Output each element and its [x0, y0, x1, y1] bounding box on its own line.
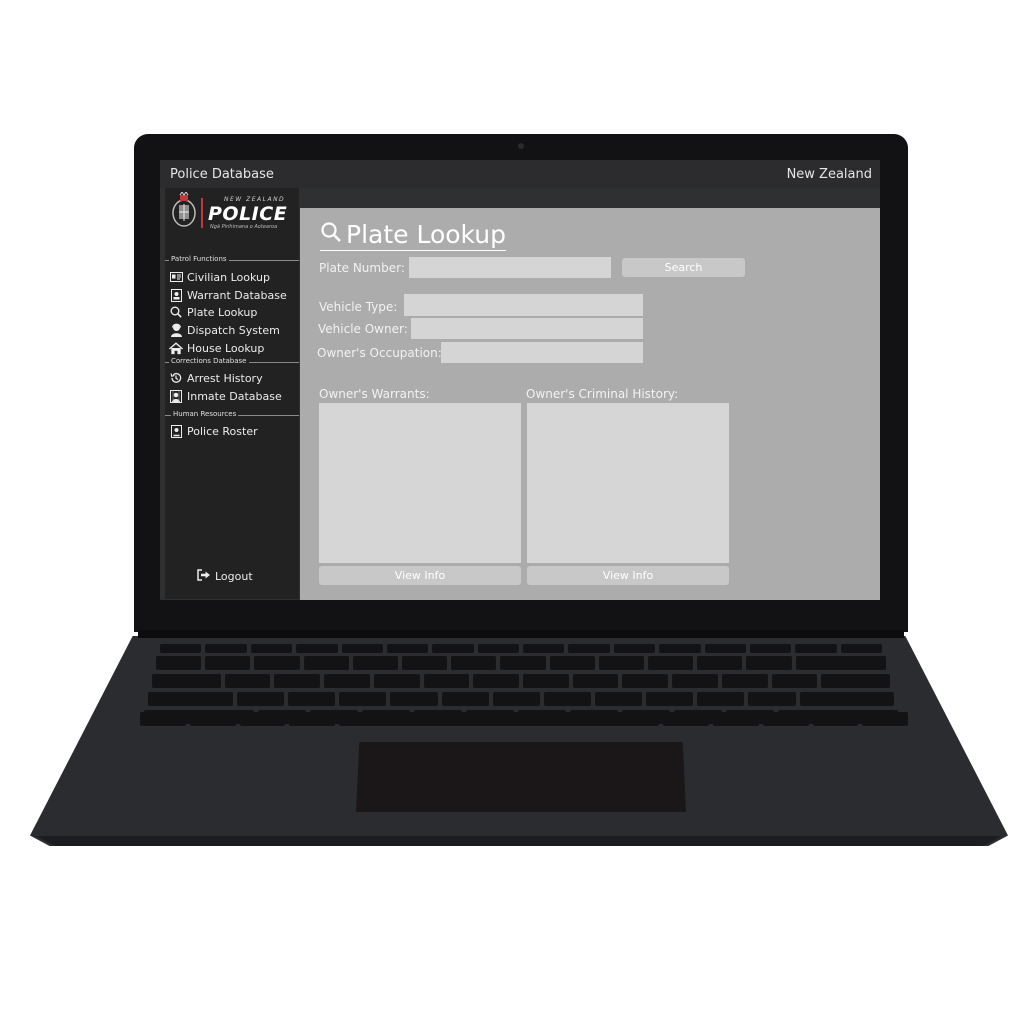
house-icon — [169, 341, 183, 355]
vehicle-owner-field — [411, 318, 643, 339]
logo-top-line: NEW ZEALAND — [224, 196, 286, 203]
section-label: Human Resources — [171, 410, 239, 418]
laptop-hinge — [138, 630, 904, 638]
sidebar-item-label: Plate Lookup — [187, 305, 258, 319]
section-human-resources: Human Resources — [165, 410, 299, 420]
history-view-info-button[interactable]: View Info — [527, 566, 729, 585]
sidebar-item-inmate-database[interactable]: Inmate Database — [169, 388, 282, 404]
section-label: Patrol Functions — [169, 255, 229, 263]
inmate-icon — [169, 389, 183, 403]
warrant-doc-icon — [169, 288, 183, 302]
section-corrections-database: Corrections Database — [165, 357, 299, 367]
title-bar: Police Database New Zealand — [160, 160, 880, 188]
police-crest-icon — [172, 192, 196, 227]
sidebar-item-arrest-history[interactable]: Arrest History — [169, 370, 263, 386]
sidebar-item-label: Civilian Lookup — [187, 270, 271, 284]
roster-icon — [169, 424, 183, 438]
vehicle-type-label: Vehicle Type: — [319, 300, 398, 314]
logout-icon — [197, 569, 211, 584]
sidebar-item-civilian-lookup[interactable]: Civilian Lookup — [169, 269, 270, 285]
logout-label: Logout — [215, 570, 253, 583]
logo-name: POLICE — [208, 203, 288, 225]
sidebar-item-warrant-database[interactable]: Warrant Database — [169, 287, 287, 303]
sidebar-item-label: Arrest History — [187, 371, 263, 385]
sidebar-item-label: Inmate Database — [187, 389, 282, 403]
app-title: Police Database — [170, 167, 274, 182]
section-patrol-functions: Patrol Functions — [165, 255, 299, 265]
warrants-view-info-button[interactable]: View Info — [319, 566, 521, 585]
sidebar: NEW ZEALAND POLICE Ngā Pirihimana o Aote… — [165, 188, 299, 599]
screen: Police Database New Zealand NEW ZEALAND … — [160, 160, 880, 600]
id-card-icon — [169, 270, 183, 284]
sidebar-item-plate-lookup[interactable]: Plate Lookup — [169, 304, 257, 320]
content-header-strip — [300, 188, 880, 208]
webcam — [518, 143, 524, 149]
sidebar-item-label: Police Roster — [187, 424, 258, 438]
sidebar-item-house-lookup[interactable]: House Lookup — [169, 340, 264, 356]
region-label: New Zealand — [786, 167, 872, 182]
search-icon — [320, 220, 342, 249]
page-title-text: Plate Lookup — [346, 220, 506, 249]
owner-warrants-label: Owner's Warrants: — [319, 387, 430, 401]
vehicle-type-field — [404, 294, 643, 316]
section-label: Corrections Database — [169, 357, 249, 365]
criminal-history-panel[interactable] — [527, 403, 729, 563]
search-button[interactable]: Search — [622, 258, 745, 277]
owner-occupation-field — [441, 342, 643, 363]
vehicle-owner-label: Vehicle Owner: — [318, 322, 408, 336]
dispatcher-icon — [169, 323, 183, 337]
sidebar-item-label: Dispatch System — [187, 323, 280, 337]
logout-button[interactable]: Logout — [197, 569, 253, 584]
history-icon — [169, 371, 183, 385]
trackpad — [356, 742, 686, 812]
criminal-history-label: Owner's Criminal History: — [526, 387, 679, 401]
search-icon — [169, 305, 183, 319]
sidebar-item-police-roster[interactable]: Police Roster — [169, 423, 258, 439]
sidebar-item-label: Warrant Database — [187, 288, 287, 302]
police-logo: NEW ZEALAND POLICE Ngā Pirihimana o Aote… — [168, 190, 294, 234]
plate-number-label: Plate Number: — [319, 261, 405, 275]
page-title: Plate Lookup — [320, 220, 506, 251]
owner-occupation-label: Owner's Occupation: — [317, 346, 442, 360]
laptop-front-edge — [36, 836, 1002, 846]
plate-number-input[interactable] — [409, 257, 611, 278]
sidebar-item-dispatch-system[interactable]: Dispatch System — [169, 322, 280, 338]
logo-divider — [201, 198, 203, 228]
owner-warrants-panel[interactable] — [319, 403, 521, 563]
logo-motto: Ngā Pirihimana o Aotearoa — [210, 224, 278, 230]
main-content: Plate Lookup Plate Number: Search Vehicl… — [300, 208, 880, 600]
sidebar-item-label: House Lookup — [187, 341, 265, 355]
